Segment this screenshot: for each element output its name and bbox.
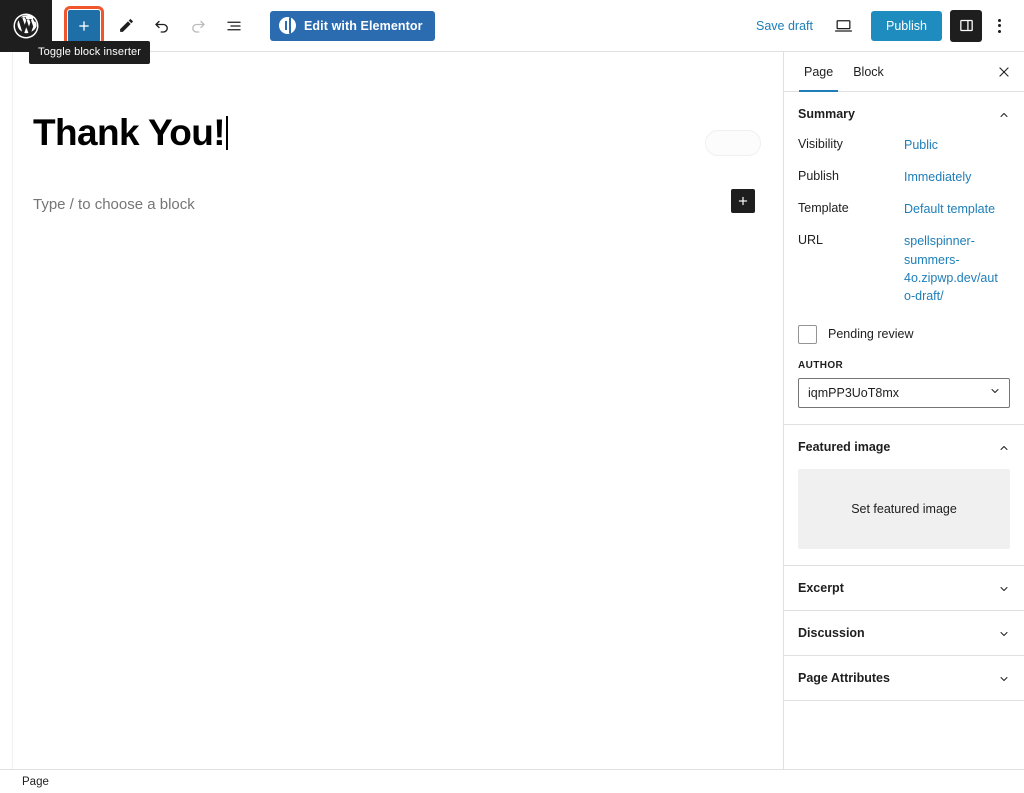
chevron-down-icon — [998, 582, 1010, 594]
summary-row-url: URL spellspinner-summers-4o.zipwp.dev/au… — [798, 232, 1010, 305]
elementor-button-label: Edit with Elementor — [304, 19, 423, 33]
excerpt-panel: Excerpt — [784, 566, 1024, 611]
inserter-tooltip: Toggle block inserter — [29, 41, 150, 64]
template-label: Template — [798, 200, 904, 215]
elementor-icon — [279, 17, 296, 34]
author-label: AUTHOR — [798, 360, 1010, 371]
status-bar: Page — [0, 769, 1024, 793]
chevron-up-icon — [998, 441, 1010, 453]
featured-image-panel-header[interactable]: Featured image — [784, 425, 1024, 469]
wordpress-block-editor: Edit with Elementor Save draft Publish T… — [0, 0, 1024, 793]
redo-button[interactable] — [180, 8, 216, 44]
more-options-button[interactable] — [984, 10, 1014, 42]
post-title-field[interactable]: Thank You! — [33, 114, 228, 151]
edit-with-elementor-button[interactable]: Edit with Elementor — [270, 11, 435, 41]
save-draft-button[interactable]: Save draft — [746, 13, 823, 39]
post-title-text: Thank You! — [33, 112, 225, 153]
chevron-up-icon — [998, 108, 1010, 120]
featured-image-panel-title: Featured image — [798, 440, 890, 454]
wordpress-logo-icon — [11, 11, 41, 41]
paragraph-block-placeholder[interactable]: Type / to choose a block — [33, 196, 195, 213]
summary-panel: Summary Visibility Public Publish Immedi… — [784, 92, 1024, 425]
publish-button[interactable]: Publish — [871, 11, 942, 41]
editor-toolbar: Edit with Elementor Save draft Publish — [0, 0, 1024, 52]
summary-panel-body: Visibility Public Publish Immediately Te… — [784, 136, 1024, 424]
featured-image-panel-body: Set featured image — [784, 469, 1024, 565]
list-view-button[interactable] — [216, 8, 252, 44]
chevron-down-icon — [998, 672, 1010, 684]
settings-sidebar: Page Block Summary Visibility Public — [783, 52, 1024, 769]
chevron-down-icon — [998, 627, 1010, 639]
publish-label: Publish — [798, 168, 904, 183]
set-featured-image-button[interactable]: Set featured image — [798, 469, 1010, 549]
settings-sidebar-toggle[interactable] — [950, 10, 982, 42]
sidebar-tabs: Page Block — [784, 52, 1024, 92]
visibility-label: Visibility — [798, 136, 904, 151]
more-options-icon — [998, 19, 1001, 33]
visibility-value-button[interactable]: Public — [904, 136, 938, 154]
featured-image-panel: Featured image Set featured image — [784, 425, 1024, 566]
pending-review-row: Pending review — [798, 325, 1010, 344]
page-attributes-panel: Page Attributes — [784, 656, 1024, 701]
editor-canvas[interactable]: Thank You! Type / to choose a block — [12, 52, 783, 769]
excerpt-panel-header[interactable]: Excerpt — [784, 566, 1024, 610]
toolbar-left-group: Edit with Elementor — [52, 8, 435, 44]
summary-row-visibility: Visibility Public — [798, 136, 1010, 154]
summary-row-template: Template Default template — [798, 200, 1010, 218]
add-block-button[interactable] — [731, 189, 755, 213]
tab-block[interactable]: Block — [843, 53, 894, 91]
summary-panel-header[interactable]: Summary — [784, 92, 1024, 136]
discussion-panel-title: Discussion — [798, 626, 865, 640]
tools-pencil-button[interactable] — [108, 8, 144, 44]
summary-row-publish: Publish Immediately — [798, 168, 1010, 186]
status-bar-label: Page — [22, 776, 49, 788]
discussion-panel: Discussion — [784, 611, 1024, 656]
chevron-down-icon — [989, 385, 1001, 400]
discussion-panel-header[interactable]: Discussion — [784, 611, 1024, 655]
pending-review-checkbox[interactable] — [798, 325, 817, 344]
block-inserter-button[interactable] — [68, 10, 100, 42]
block-toolbar-ghost — [705, 130, 761, 156]
template-value-button[interactable]: Default template — [904, 200, 995, 218]
text-cursor — [226, 116, 228, 150]
tab-page[interactable]: Page — [794, 53, 843, 91]
publish-value-button[interactable]: Immediately — [904, 168, 971, 186]
toolbar-right-group: Save draft Publish — [746, 8, 1024, 44]
pending-review-label: Pending review — [828, 327, 913, 341]
page-attributes-panel-header[interactable]: Page Attributes — [784, 656, 1024, 700]
preview-button[interactable] — [825, 8, 861, 44]
page-attributes-panel-title: Page Attributes — [798, 671, 890, 685]
author-select-value: iqmPP3UoT8mx — [808, 386, 899, 400]
excerpt-panel-title: Excerpt — [798, 581, 844, 595]
url-label: URL — [798, 232, 904, 247]
close-sidebar-button[interactable] — [988, 56, 1020, 88]
url-value-button[interactable]: spellspinner-summers-4o.zipwp.dev/auto-d… — [904, 232, 1004, 305]
summary-panel-title: Summary — [798, 107, 855, 121]
author-select[interactable]: iqmPP3UoT8mx — [798, 378, 1010, 408]
undo-button[interactable] — [144, 8, 180, 44]
